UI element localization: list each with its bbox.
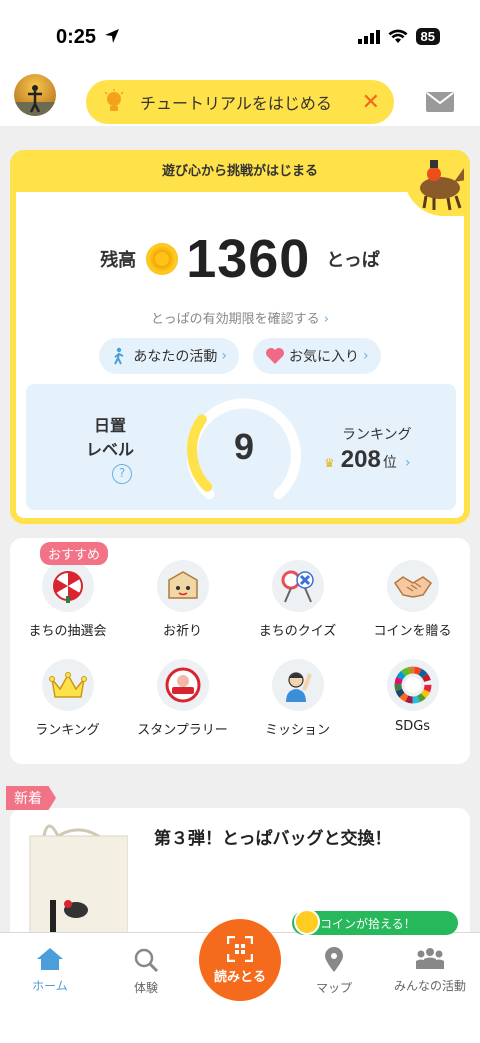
- signal-icon: [357, 29, 380, 44]
- activity-chip[interactable]: あなたの活動 ›: [99, 338, 239, 374]
- balance-card: 遊び心から挑戦がはじまる 残高 1360 とっぱ とっぱの有効期限を確認する ›…: [10, 150, 470, 524]
- top-header: チュートリアルをはじめる ✕: [0, 74, 480, 126]
- chip-row: あなたの活動 › お気に入り ›: [16, 338, 464, 374]
- menu-item-stamp-rally[interactable]: スタンプラリー: [125, 659, 240, 738]
- feature-menu: おすすめ まちの抽選会 お祈り まちのクイズ コインを贈る ランキング スタンプ…: [10, 538, 470, 764]
- nav-community-label: みんなの活動: [393, 979, 466, 993]
- favorites-chip[interactable]: お気に入り ›: [253, 338, 381, 374]
- scan-label: 読みとる: [213, 969, 266, 985]
- chevron-right-icon: ›: [221, 348, 227, 364]
- menu-item-lottery[interactable]: まちの抽選会: [10, 560, 125, 639]
- nav-experience[interactable]: 体験: [98, 947, 194, 996]
- quiz-icon: [271, 560, 324, 612]
- coin-toast-text: コインが拾える！: [320, 916, 416, 931]
- recommend-badge: おすすめ: [40, 542, 109, 565]
- tutorial-banner[interactable]: チュートリアルをはじめる ✕: [86, 80, 394, 124]
- walking-person-icon: [114, 347, 124, 365]
- menu-grid: まちの抽選会 お祈り まちのクイズ コインを贈る ランキング スタンプラリー ミ…: [10, 560, 470, 738]
- chevron-right-icon: ›: [404, 455, 411, 471]
- level-value: 9: [233, 426, 255, 467]
- promo-title: 第３弾！とっぱバッグと交換！: [154, 829, 392, 849]
- lottery-icon: [41, 560, 94, 612]
- heart-icon: [266, 348, 284, 364]
- balance-value: 1360: [186, 229, 311, 289]
- menu-item-ranking[interactable]: ランキング: [10, 659, 125, 738]
- coin-toast[interactable]: コインが拾える！: [292, 909, 458, 935]
- level-label-line2: レベル: [86, 440, 135, 459]
- menu-label: SDGs: [394, 719, 431, 734]
- close-icon[interactable]: ✕: [362, 90, 380, 115]
- status-indicators: 85: [357, 28, 440, 45]
- bottom-nav: ホーム 体験 読みとる マップ みんなの活動: [0, 919, 480, 1043]
- ranking-unit: 位: [382, 455, 397, 471]
- crown-icon: ♛: [324, 456, 335, 470]
- menu-item-mission[interactable]: ミッション: [240, 659, 355, 738]
- chevron-right-icon: ›: [363, 348, 369, 364]
- nav-experience-label: 体験: [133, 981, 158, 995]
- crown-icon: [41, 659, 94, 711]
- menu-item-sdgs[interactable]: SDGs: [355, 659, 470, 738]
- chevron-right-icon: ›: [323, 312, 329, 327]
- wifi-icon: [388, 29, 408, 43]
- status-time: 0:25: [56, 26, 120, 49]
- ranking-value: 208: [340, 446, 381, 473]
- ema-prayer-icon: [156, 560, 209, 612]
- activity-chip-label: あなたの活動: [133, 349, 218, 365]
- scan-button[interactable]: 読みとる: [199, 919, 281, 1001]
- ranking-row[interactable]: ♛ 208 位 ›: [324, 446, 410, 474]
- level-panel: 日置 レベル ? 9 ランキング ♛ 208 位 ›: [26, 384, 456, 510]
- balance-label: 残高: [100, 250, 137, 271]
- expiry-link[interactable]: とっぱの有効期限を確認する ›: [16, 308, 464, 327]
- nav-home[interactable]: ホーム: [2, 947, 98, 994]
- new-tag: 新着: [6, 786, 56, 810]
- sdgs-wheel-icon: [386, 659, 439, 711]
- status-time-text: 0:25: [56, 26, 97, 48]
- qr-scan-icon: [227, 935, 253, 962]
- map-pin-icon: [325, 947, 343, 972]
- menu-item-quiz[interactable]: まちのクイズ: [240, 560, 355, 639]
- tutorial-text: チュートリアルをはじめる: [140, 94, 332, 113]
- home-icon: [37, 948, 63, 970]
- card-banner: 遊び心から挑戦がはじまる: [16, 156, 464, 192]
- mission-person-icon: [271, 659, 324, 711]
- coin-icon: [146, 243, 179, 275]
- menu-item-prayer[interactable]: お祈り: [125, 560, 240, 639]
- handshake-icon: [386, 560, 439, 612]
- search-icon: [134, 948, 159, 973]
- menu-label: ミッション: [264, 723, 330, 738]
- stamp-clear-icon: [156, 659, 209, 711]
- favorites-chip-label: お気に入り: [289, 349, 359, 365]
- menu-label: スタンプラリー: [137, 723, 228, 738]
- nav-community[interactable]: みんなの活動: [382, 947, 478, 994]
- menu-label: ランキング: [35, 723, 100, 738]
- avatar-photo-icon: [14, 85, 56, 116]
- mail-icon[interactable]: [426, 92, 454, 112]
- menu-label: コインを贈る: [373, 624, 452, 639]
- nav-map[interactable]: マップ: [286, 947, 382, 996]
- horse-mascot-icon: [404, 156, 464, 216]
- menu-item-give-coin[interactable]: コインを贈る: [355, 560, 470, 639]
- expiry-link-text: とっぱの有効期限を確認する: [151, 312, 320, 327]
- location-arrow-icon: [104, 29, 119, 43]
- group-people-icon: [416, 948, 444, 969]
- nav-home-label: ホーム: [32, 979, 68, 993]
- level-gauge-fill: [187, 414, 213, 492]
- avatar[interactable]: [14, 74, 56, 116]
- level-label-line1: 日置: [94, 416, 127, 435]
- menu-label: まちの抽選会: [28, 624, 107, 639]
- nav-map-label: マップ: [315, 981, 352, 995]
- menu-label: お祈り: [162, 624, 202, 639]
- menu-label: まちのクイズ: [258, 624, 337, 639]
- status-bar: 0:25 85: [0, 0, 480, 74]
- coin-icon: [294, 909, 320, 935]
- ranking-label: ランキング: [342, 427, 412, 443]
- level-label: 日置 レベル: [86, 414, 134, 462]
- balance-row: 残高 1360 とっぱ: [16, 228, 464, 290]
- battery-indicator: 85: [415, 28, 440, 45]
- help-icon[interactable]: ?: [112, 464, 132, 484]
- balance-unit: とっぱ: [326, 250, 380, 271]
- tote-bag-image: [29, 824, 128, 948]
- lightbulb-icon: [104, 89, 124, 111]
